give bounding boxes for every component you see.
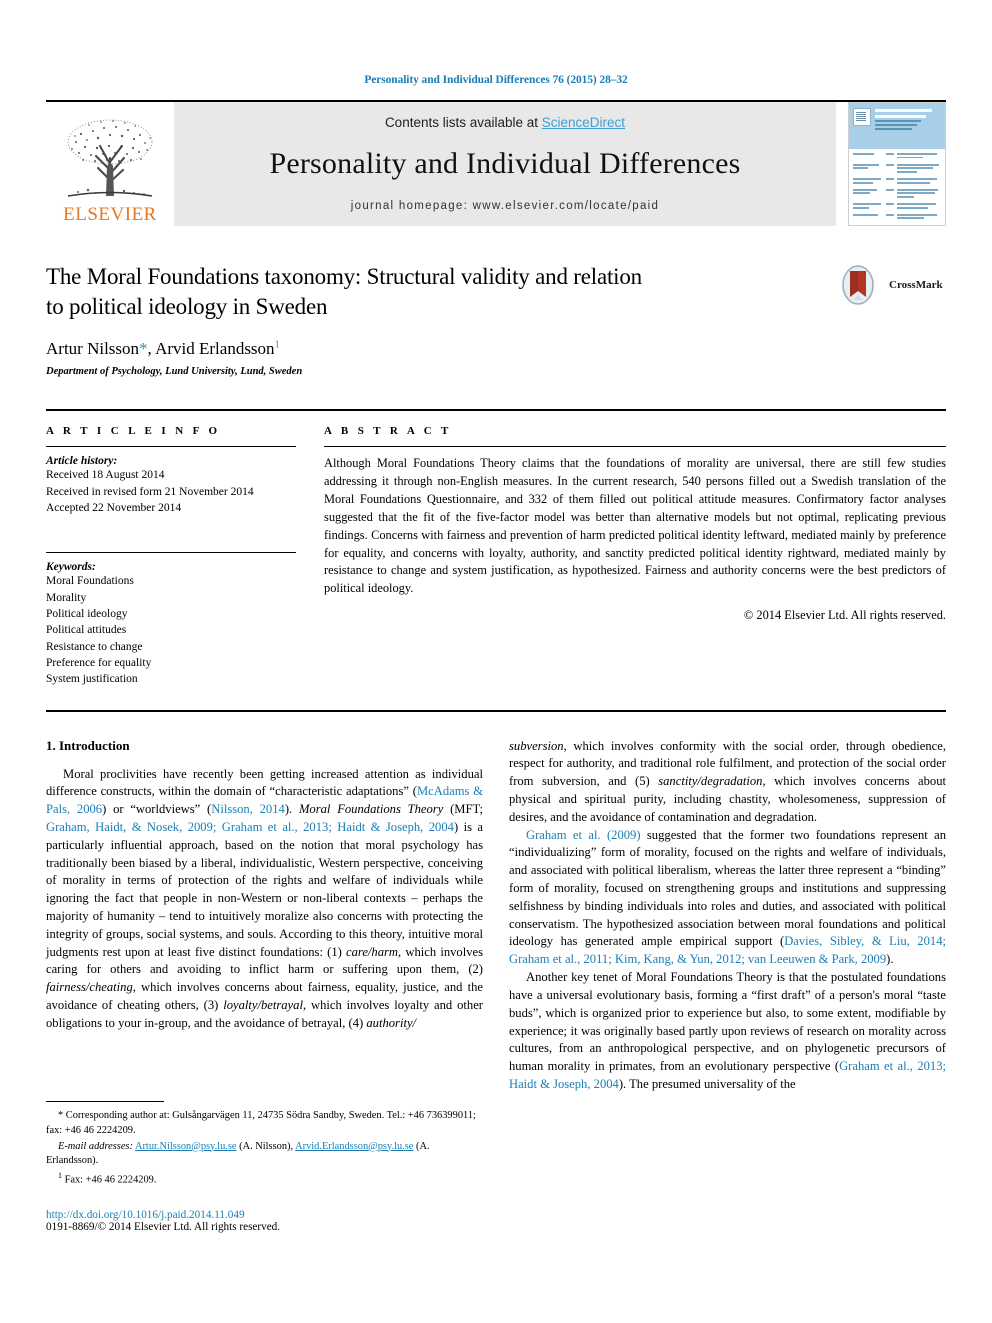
citation-link[interactable]: Graham et al. (2009) xyxy=(526,828,641,842)
author-footnote-marker[interactable]: 1 xyxy=(275,340,280,351)
footnotes-region: * Corresponding author at: Gulsångarväge… xyxy=(46,1101,483,1233)
abstract-text: Although Moral Foundations Theory claims… xyxy=(324,456,946,596)
text-run: ). xyxy=(284,802,299,817)
keyword-item: Political ideology xyxy=(46,607,128,620)
text-run: (A. Nilsson), xyxy=(236,1140,296,1152)
journal-cover-thumbnail[interactable] xyxy=(848,102,946,226)
elsevier-wordmark: ELSEVIER xyxy=(63,204,157,225)
masthead-center: Contents lists available at ScienceDirec… xyxy=(174,102,836,226)
sciencedirect-link[interactable]: ScienceDirect xyxy=(542,115,625,130)
emphasis-text: authority/ xyxy=(366,1015,417,1030)
running-head: Personality and Individual Differences 7… xyxy=(364,74,628,86)
article-title-line1: The Moral Foundations taxonomy: Structur… xyxy=(46,264,642,289)
text-run: ) or “worldviews” ( xyxy=(102,802,212,817)
emphasis-text: care/harm xyxy=(346,944,399,959)
body-column-left: 1. Introduction Moral proclivities have … xyxy=(46,738,483,1233)
keyword-item: Moral Foundations xyxy=(46,575,134,588)
author-name-2[interactable]: Arvid Erlandsson xyxy=(155,339,274,358)
cover-title-lines xyxy=(875,108,941,132)
email-label: E-mail addresses: xyxy=(58,1140,133,1152)
footnote-emails: E-mail addresses: Artur.Nilsson@psy.lu.s… xyxy=(46,1140,483,1169)
footnote-corresponding-author: * Corresponding author at: Gulsångarväge… xyxy=(46,1109,483,1138)
author-list: Artur Nilsson*, Arvid Erlandsson1 xyxy=(46,339,946,359)
cover-contents-mock xyxy=(849,149,945,225)
page-title: The Moral Foundations taxonomy: Structur… xyxy=(46,262,806,322)
article-history-accepted: Accepted 22 November 2014 xyxy=(46,501,182,514)
article-history-received: Received 18 August 2014 xyxy=(46,469,165,482)
emphasis-text: fairness/cheating xyxy=(46,980,133,995)
text-run: (MFT; xyxy=(443,802,483,817)
info-abstract-region: A R T I C L E I N F O Article history: R… xyxy=(46,409,946,687)
footnote-divider xyxy=(46,1101,164,1103)
author-name-1[interactable]: Artur Nilsson xyxy=(46,339,139,358)
contents-prefix: Contents lists available at xyxy=(384,114,542,130)
title-block: CrossMark The Moral Foundations taxonomy… xyxy=(46,262,946,377)
copyright-line: © 2014 Elsevier Ltd. All rights reserved… xyxy=(743,608,946,623)
paragraph-intro-2: Graham et al. (2009) suggested that the … xyxy=(509,827,946,970)
article-info-heading: A R T I C L E I N F O xyxy=(46,425,221,438)
affiliation: Department of Psychology, Lund Universit… xyxy=(46,366,303,378)
corresponding-author-marker[interactable]: * xyxy=(139,339,148,358)
issn-copyright: 0191-8869/© 2014 Elsevier Ltd. All right… xyxy=(46,1220,281,1233)
divider xyxy=(324,446,946,448)
elsevier-tree-icon xyxy=(67,119,153,197)
text-run: ). xyxy=(886,952,894,967)
emphasis-text: subversion xyxy=(509,738,564,753)
divider xyxy=(46,552,296,554)
citation-link[interactable]: Graham, Haidt, & Nosek, 2009; Graham et … xyxy=(46,820,454,834)
journal-masthead: ELSEVIER Contents lists available at Sci… xyxy=(46,100,946,226)
keywords-label: Keywords: xyxy=(46,561,96,574)
abstract-heading: A B S T R A C T xyxy=(324,425,452,438)
article-info-column: A R T I C L E I N F O Article history: R… xyxy=(46,425,296,687)
keyword-item: Morality xyxy=(46,591,87,604)
elsevier-logo: ELSEVIER xyxy=(46,102,174,226)
keyword-item: System justification xyxy=(46,673,138,686)
crossmark-icon xyxy=(842,265,874,305)
emphasis-text: loyalty/betrayal xyxy=(223,998,303,1013)
abstract-column: A B S T R A C T Although Moral Foundatio… xyxy=(324,425,946,687)
article-title-line2: to political ideology in Sweden xyxy=(46,294,328,320)
crossmark-badge[interactable]: CrossMark xyxy=(842,264,946,306)
divider xyxy=(46,446,296,448)
paragraph-intro-1-continued: subversion, which involves conformity wi… xyxy=(509,738,946,827)
cover-header xyxy=(849,103,945,149)
article-history-label: Article history: xyxy=(46,455,118,468)
keyword-item: Resistance to change xyxy=(46,640,143,653)
text-run: ) is a particularly influential approach… xyxy=(46,819,484,959)
emphasis-text: Moral Foundations Theory xyxy=(298,802,444,817)
journal-homepage[interactable]: journal homepage: www.elsevier.com/locat… xyxy=(351,200,659,212)
text-run: Corresponding author at: Gulsångarvägen … xyxy=(46,1110,476,1136)
citation-link[interactable]: Nilsson, 2014 xyxy=(211,802,285,816)
divider xyxy=(46,709,946,712)
body-columns: 1. Introduction Moral proclivities have … xyxy=(46,738,946,1233)
text-run: Another key tenet of Moral Foundations T… xyxy=(509,970,946,1074)
author-separator: , xyxy=(147,339,156,359)
crossmark-label: CrossMark xyxy=(889,279,943,291)
doi-block: http://dx.doi.org/10.1016/j.paid.2014.11… xyxy=(46,1209,483,1233)
keyword-item: Political attitudes xyxy=(46,624,127,637)
cover-publisher-badge-icon xyxy=(853,108,871,126)
keyword-item: Preference for equality xyxy=(46,656,152,669)
contents-available-line: Contents lists available at ScienceDirec… xyxy=(385,115,625,130)
text-run: Fax: +46 46 2224209. xyxy=(62,1174,157,1186)
footnote-1: 1 Fax: +46 46 2224209. xyxy=(46,1170,483,1188)
keywords-block: Keywords: Moral Foundations Morality Pol… xyxy=(46,552,296,687)
section-title-introduction: 1. Introduction xyxy=(46,737,130,753)
paper-page: Personality and Individual Differences 7… xyxy=(0,0,992,1323)
email-link-2[interactable]: Arvid.Erlandsson@psy.lu.se xyxy=(295,1141,413,1152)
paragraph-intro-3: Another key tenet of Moral Foundations T… xyxy=(509,969,946,1094)
doi-link[interactable]: http://dx.doi.org/10.1016/j.paid.2014.11… xyxy=(46,1209,483,1221)
text-run: suggested that the former two foundation… xyxy=(509,827,946,949)
journal-title: Personality and Individual Differences xyxy=(269,146,741,180)
emphasis-text: sanctity/degradation xyxy=(658,774,763,789)
text-run: ). The presumed universality of the xyxy=(618,1076,796,1091)
email-link-1[interactable]: Artur.Nilsson@psy.lu.se xyxy=(135,1141,237,1152)
body-column-right: subversion, which involves conformity wi… xyxy=(509,738,946,1233)
article-history-revised: Received in revised form 21 November 201… xyxy=(46,485,254,498)
paragraph-intro-1: Moral proclivities have recently been ge… xyxy=(46,766,483,1033)
